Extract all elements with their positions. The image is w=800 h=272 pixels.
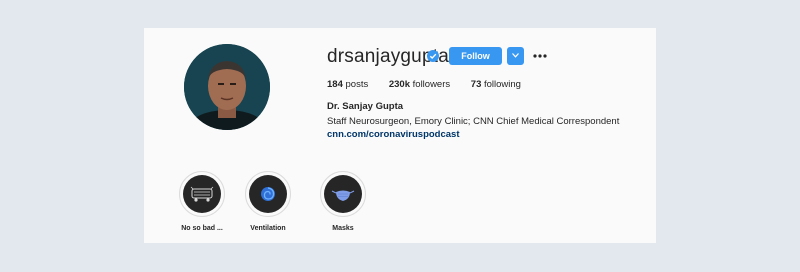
profile-card: drsanjaygupta Follow 184 posts 230k foll… xyxy=(144,28,656,243)
suggestions-dropdown-button[interactable] xyxy=(507,47,524,65)
highlight-cover xyxy=(324,175,362,213)
posts-count: 184 xyxy=(327,79,343,90)
posts-stat: 184 posts xyxy=(327,79,368,90)
highlight-label: Masks xyxy=(332,225,354,232)
bio-link[interactable]: cnn.com/coronaviruspodcast xyxy=(327,129,460,140)
profile-stats: 184 posts 230k followers 73 following xyxy=(327,79,539,90)
full-name: Dr. Sanjay Gupta xyxy=(327,101,404,112)
highlight-cover xyxy=(249,175,287,213)
highlight-ring xyxy=(320,171,366,217)
avatar[interactable] xyxy=(184,44,270,130)
highlight-ring xyxy=(179,171,225,217)
chevron-down-icon xyxy=(512,53,519,58)
following-stat[interactable]: 73 following xyxy=(471,79,521,90)
highlight-ring xyxy=(245,171,291,217)
verified-badge-icon xyxy=(427,50,439,62)
highlight-item[interactable]: Masks xyxy=(317,171,369,232)
highlight-cover xyxy=(183,175,221,213)
more-options-icon[interactable] xyxy=(533,52,547,60)
swirl-icon xyxy=(261,187,275,201)
highlight-item[interactable]: No so bad ... xyxy=(176,171,228,232)
highlight-item[interactable]: Ventilation xyxy=(242,171,294,232)
highlight-label: Ventilation xyxy=(250,225,286,232)
bio-text: Staff Neurosurgeon, Emory Clinic; CNN Ch… xyxy=(327,116,620,127)
following-label: following xyxy=(484,79,521,90)
followers-label: followers xyxy=(412,79,451,90)
pill-bus-icon xyxy=(190,186,214,202)
posts-label: posts xyxy=(345,79,369,90)
followers-stat[interactable]: 230k followers xyxy=(389,79,450,90)
follow-button[interactable]: Follow xyxy=(449,47,502,65)
highlight-label: No so bad ... xyxy=(181,225,223,232)
followers-count: 230k xyxy=(388,79,410,90)
following-count: 73 xyxy=(470,79,482,90)
mask-icon xyxy=(331,190,355,201)
